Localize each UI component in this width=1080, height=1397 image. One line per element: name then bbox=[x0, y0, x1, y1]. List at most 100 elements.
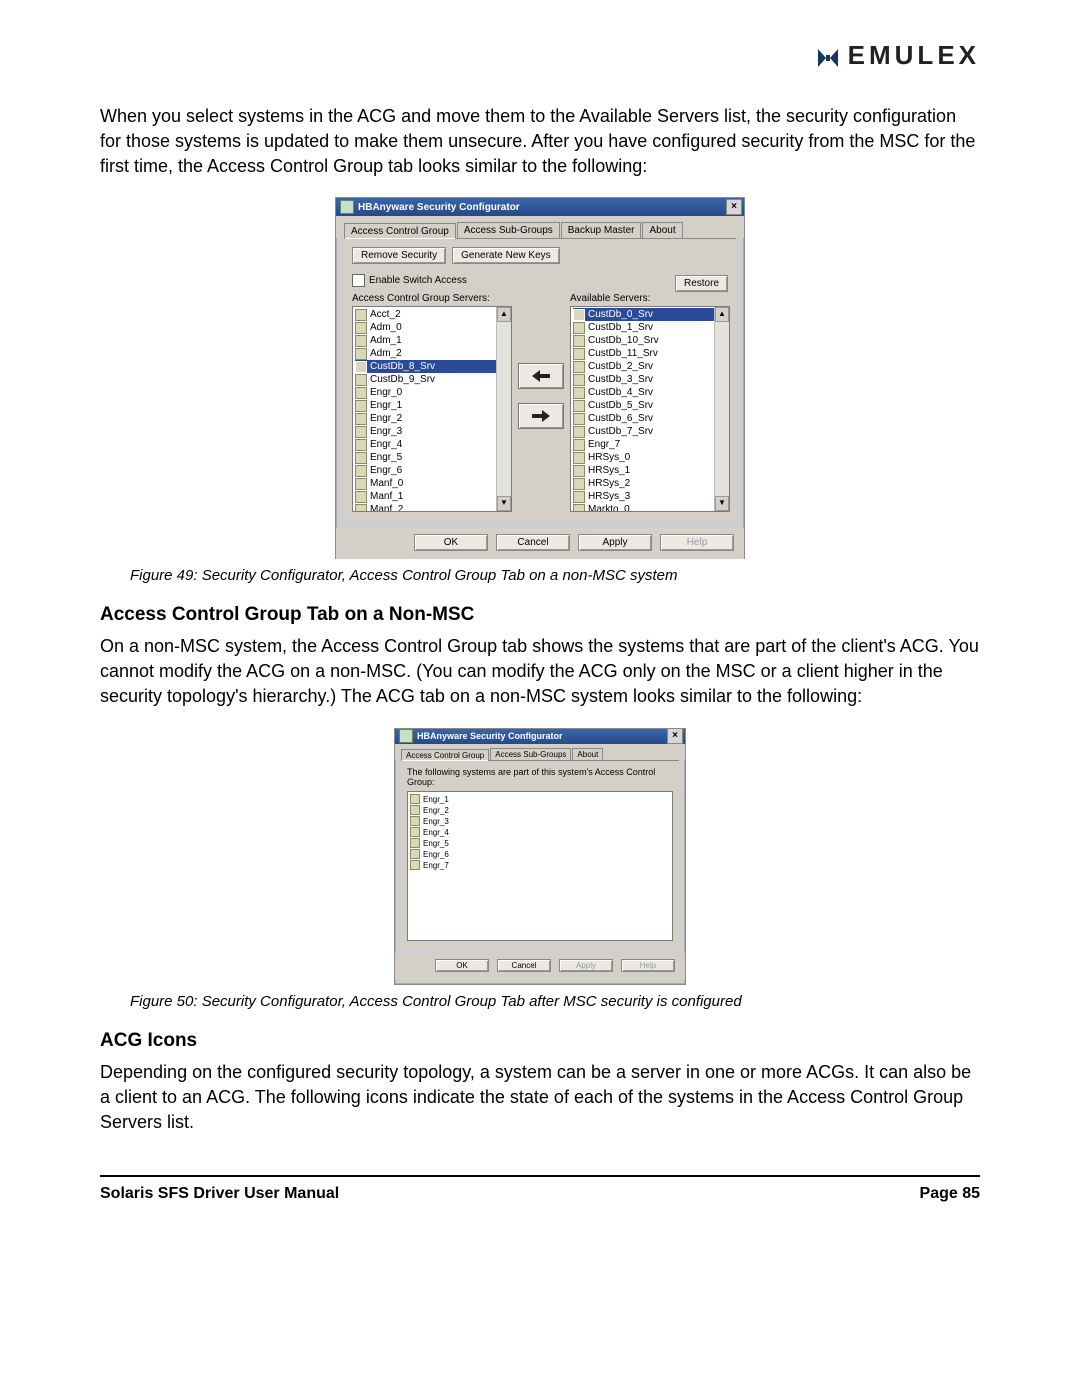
list-item-label: Engr_4 bbox=[423, 828, 449, 837]
tab-backup-master[interactable]: Backup Master bbox=[561, 222, 642, 238]
list-item-label: Engr_6 bbox=[423, 850, 449, 859]
apply-button[interactable]: Apply bbox=[559, 959, 613, 972]
restore-button[interactable]: Restore bbox=[675, 275, 728, 292]
server-icon bbox=[573, 452, 585, 464]
list-item-label: Markto_0 bbox=[588, 504, 630, 512]
server-icon bbox=[410, 860, 420, 870]
list-item-label: CustDb_3_Srv bbox=[588, 374, 653, 385]
list-item[interactable]: Engr_4 bbox=[355, 438, 497, 451]
scroll-up-icon[interactable]: ▲ bbox=[497, 307, 511, 322]
list-item[interactable]: CustDb_11_Srv bbox=[573, 347, 715, 360]
list-item[interactable]: Manf_2 bbox=[355, 503, 497, 512]
move-left-button[interactable] bbox=[518, 363, 564, 389]
list-item[interactable]: Engr_1 bbox=[355, 399, 497, 412]
scroll-up-icon[interactable]: ▲ bbox=[715, 307, 729, 322]
list-item[interactable]: CustDb_0_Srv bbox=[573, 308, 715, 321]
enable-switch-access-checkbox[interactable] bbox=[352, 274, 365, 287]
dialog-buttons: OK Cancel Apply Help bbox=[395, 953, 685, 980]
list-item-label: CustDb_10_Srv bbox=[588, 335, 659, 346]
list-item[interactable]: Adm_1 bbox=[355, 334, 497, 347]
available-servers-listbox[interactable]: CustDb_0_Srv CustDb_1_Srv CustDb_10_Srv Cus… bbox=[570, 306, 730, 512]
list-item[interactable]: CustDb_2_Srv bbox=[573, 360, 715, 373]
move-right-button[interactable] bbox=[518, 403, 564, 429]
app-icon bbox=[399, 729, 413, 743]
list-item[interactable]: HRSys_1 bbox=[573, 464, 715, 477]
list-item[interactable]: Engr_6 bbox=[410, 849, 670, 860]
remove-security-button[interactable]: Remove Security bbox=[352, 247, 446, 264]
tab-subgroups[interactable]: Access Sub-Groups bbox=[457, 222, 560, 238]
list-item[interactable]: CustDb_5_Srv bbox=[573, 399, 715, 412]
page-root: EMULEX When you select systems in the AC… bbox=[0, 0, 1080, 1397]
list-item[interactable]: Engr_5 bbox=[410, 838, 670, 849]
list-item[interactable]: Manf_1 bbox=[355, 490, 497, 503]
list-item[interactable]: Engr_5 bbox=[355, 451, 497, 464]
help-button[interactable]: Help bbox=[660, 534, 734, 551]
list-item[interactable]: HRSys_3 bbox=[573, 490, 715, 503]
tab-subgroups[interactable]: Access Sub-Groups bbox=[490, 748, 571, 760]
list-item[interactable]: Markto_0 bbox=[573, 503, 715, 512]
list-item-label: CustDb_1_Srv bbox=[588, 322, 653, 333]
ok-button[interactable]: OK bbox=[435, 959, 489, 972]
list-item[interactable]: Engr_2 bbox=[355, 412, 497, 425]
server-icon bbox=[410, 805, 420, 815]
list-item[interactable]: CustDb_8_Srv bbox=[355, 360, 497, 373]
list-item-label: CustDb_11_Srv bbox=[588, 348, 658, 359]
cancel-button[interactable]: Cancel bbox=[497, 959, 551, 972]
cancel-button[interactable]: Cancel bbox=[496, 534, 570, 551]
list-item[interactable]: CustDb_4_Srv bbox=[573, 386, 715, 399]
list-item-label: HRSys_0 bbox=[588, 452, 630, 463]
acg-servers-listbox[interactable]: Acct_2Adm_0Adm_1Adm_2CustDb_8_SrvCustDb_… bbox=[352, 306, 512, 512]
close-icon[interactable]: × bbox=[667, 728, 683, 744]
list-item[interactable]: Engr_7 bbox=[573, 438, 715, 451]
list-item[interactable]: Engr_0 bbox=[355, 386, 497, 399]
scrollbar[interactable]: ▲ ▼ bbox=[496, 307, 511, 511]
tab-acg[interactable]: Access Control Group bbox=[344, 223, 456, 239]
acg-description: The following systems are part of this s… bbox=[407, 767, 673, 787]
generate-new-keys-button[interactable]: Generate New Keys bbox=[452, 247, 560, 264]
list-item[interactable]: HRSys_0 bbox=[573, 451, 715, 464]
list-item[interactable]: Adm_0 bbox=[355, 321, 497, 334]
list-item[interactable]: CustDb_1_Srv bbox=[573, 321, 715, 334]
list-item[interactable]: CustDb_9_Srv bbox=[355, 373, 497, 386]
tab-acg[interactable]: Access Control Group bbox=[401, 749, 489, 761]
ok-button[interactable]: OK bbox=[414, 534, 488, 551]
list-item-label: CustDb_8_Srv bbox=[370, 361, 435, 372]
list-item[interactable]: Engr_3 bbox=[410, 816, 670, 827]
list-item[interactable]: Manf_0 bbox=[355, 477, 497, 490]
list-item[interactable]: Engr_4 bbox=[410, 827, 670, 838]
list-item-label: Adm_0 bbox=[370, 322, 402, 333]
list-item-label: Engr_7 bbox=[588, 439, 620, 450]
tab-about[interactable]: About bbox=[572, 748, 603, 760]
list-item[interactable]: Adm_2 bbox=[355, 347, 497, 360]
list-item-label: Engr_0 bbox=[370, 387, 402, 398]
list-item[interactable]: CustDb_6_Srv bbox=[573, 412, 715, 425]
list-item[interactable]: Engr_3 bbox=[355, 425, 497, 438]
list-item-label: CustDb_0_Srv bbox=[588, 309, 653, 320]
section-acg-icons-text: Depending on the configured security top… bbox=[100, 1060, 980, 1136]
server-icon bbox=[355, 413, 367, 425]
list-item[interactable]: Engr_6 bbox=[355, 464, 497, 477]
scroll-down-icon[interactable]: ▼ bbox=[497, 496, 511, 511]
close-icon[interactable]: × bbox=[726, 199, 742, 215]
list-item[interactable]: Engr_2 bbox=[410, 805, 670, 816]
list-item-label: Manf_0 bbox=[370, 478, 403, 489]
server-icon bbox=[355, 400, 367, 412]
list-item[interactable]: HRSys_2 bbox=[573, 477, 715, 490]
tab-about[interactable]: About bbox=[642, 222, 682, 238]
list-item[interactable]: Engr_1 bbox=[410, 794, 670, 805]
server-icon bbox=[355, 322, 367, 334]
acg-servers-listbox[interactable]: Engr_1Engr_2Engr_3Engr_4Engr_5Engr_6Engr… bbox=[407, 791, 673, 941]
apply-button[interactable]: Apply bbox=[578, 534, 652, 551]
scrollbar[interactable]: ▲ ▼ bbox=[714, 307, 729, 511]
footer-manual-title: Solaris SFS Driver User Manual bbox=[100, 1185, 339, 1203]
help-button[interactable]: Help bbox=[621, 959, 675, 972]
list-item[interactable]: Acct_2 bbox=[355, 308, 497, 321]
server-icon bbox=[573, 439, 585, 451]
scroll-down-icon[interactable]: ▼ bbox=[715, 496, 729, 511]
list-item[interactable]: Engr_7 bbox=[410, 860, 670, 871]
list-item[interactable]: CustDb_10_Srv bbox=[573, 334, 715, 347]
list-item[interactable]: CustDb_7_Srv bbox=[573, 425, 715, 438]
server-icon bbox=[355, 348, 367, 360]
list-item[interactable]: CustDb_3_Srv bbox=[573, 373, 715, 386]
app-icon bbox=[340, 200, 354, 214]
